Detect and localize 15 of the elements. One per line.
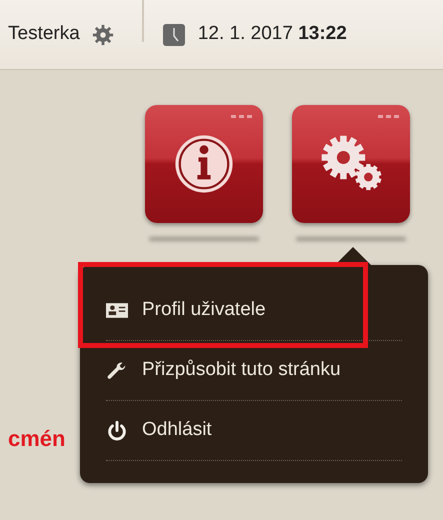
date-time: 12. 1. 2017 13:22 xyxy=(198,22,347,46)
menu-item[interactable]: Profil uživatele xyxy=(106,281,402,341)
menu-item[interactable]: Odhlásit xyxy=(106,401,402,461)
wrench-icon xyxy=(106,360,128,382)
settings-icon xyxy=(92,24,114,46)
tile-button[interactable] xyxy=(145,105,263,223)
id-card-icon xyxy=(106,303,128,318)
background-text: cmén xyxy=(8,425,66,453)
user-name: Testerka xyxy=(8,22,80,46)
clock-icon xyxy=(162,22,186,46)
dots-icon xyxy=(378,115,400,119)
dots-icon xyxy=(231,115,253,119)
tile-button[interactable] xyxy=(292,105,410,223)
power-icon xyxy=(106,420,128,442)
menu-item[interactable]: Přizpůsobit tuto stránku xyxy=(106,341,402,401)
